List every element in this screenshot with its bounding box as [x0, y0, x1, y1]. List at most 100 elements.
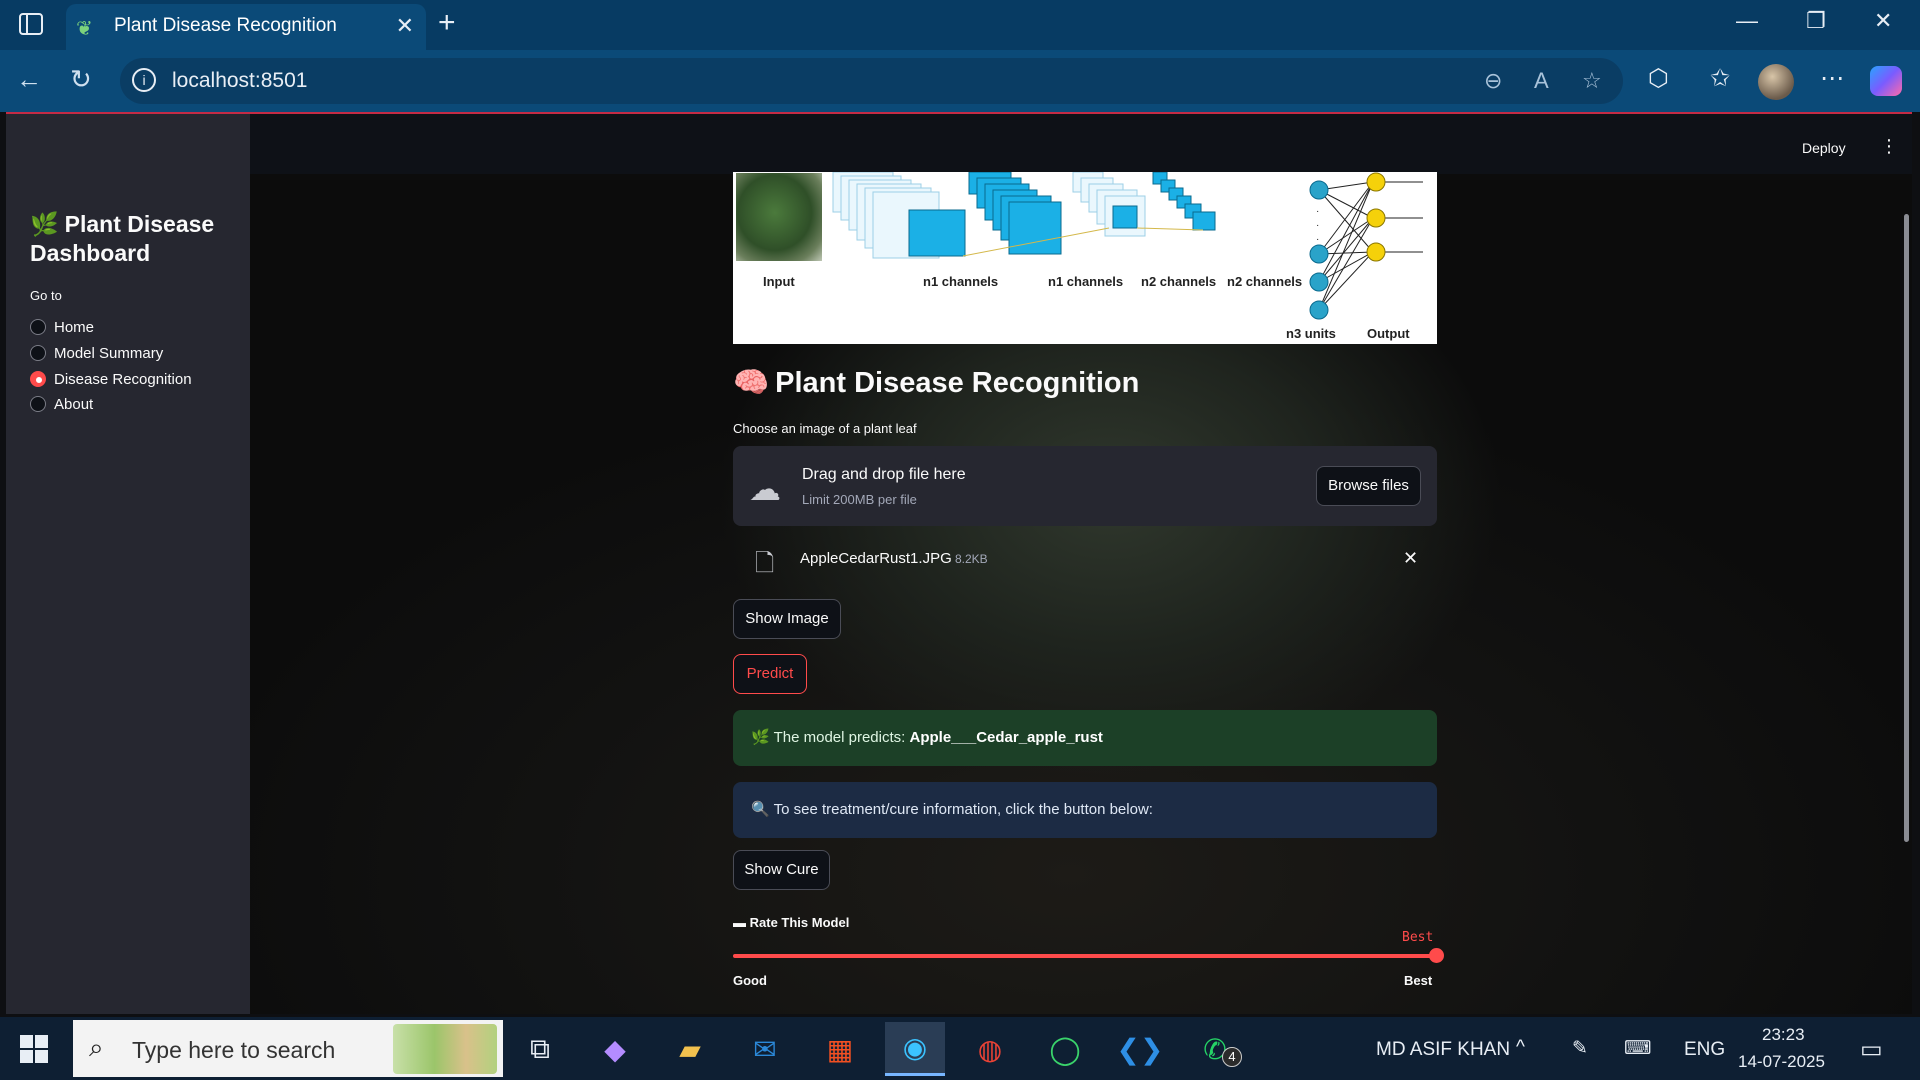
user-name: MD ASIF KHAN [1376, 1039, 1511, 1060]
main-menu-icon[interactable]: ⋮ [1880, 136, 1898, 157]
site-info-icon[interactable]: i [132, 68, 156, 92]
address-bar[interactable]: i localhost:8501 ⊖ A ☆ [120, 58, 1623, 104]
diagram-label: n2 channels [1227, 274, 1303, 289]
browser-toolbar: ← ↻ i localhost:8501 ⊖ A ☆ ⬡ ✩ ⋯ [0, 50, 1920, 112]
copilot-icon[interactable] [1870, 66, 1902, 96]
scrollbar[interactable] [1904, 214, 1909, 842]
pen-icon[interactable]: ✎ [1572, 1037, 1588, 1060]
file-explorer-icon[interactable]: ▰ [660, 1022, 720, 1076]
uploaded-file-row: 🗋 AppleCedarRust1.JPG 8.2KB ✕ [733, 538, 1437, 580]
herb-icon: 🌿 [30, 211, 59, 237]
language-indicator[interactable]: ENG [1684, 1039, 1725, 1061]
search-icon: ⌕ [89, 1032, 104, 1062]
radio-label: Home [54, 318, 95, 336]
minimize-icon[interactable]: — [1736, 8, 1758, 34]
more-options-icon[interactable]: ⋯ [1820, 64, 1844, 93]
file-dropzone[interactable]: ☁ Drag and drop file here Limit 200MB pe… [733, 446, 1437, 526]
tab-actions-icon[interactable] [18, 12, 44, 36]
diagram-label: n3 units [1286, 326, 1336, 341]
deploy-button[interactable]: Deploy [1802, 140, 1846, 156]
url-text[interactable]: localhost:8501 [172, 69, 307, 93]
rate-label: ▬ Rate This Model [733, 915, 849, 930]
show-image-button[interactable]: Show Image [733, 599, 841, 639]
streamlit-header: Deploy ⋮ [250, 114, 1912, 174]
predict-button[interactable]: Predict [733, 654, 807, 694]
file-icon: 🗋 [755, 550, 775, 577]
goto-label: Go to [30, 288, 62, 303]
app-ring-icon[interactable]: ◯ [1035, 1022, 1095, 1076]
clock-time[interactable]: 23:23 [1762, 1025, 1805, 1045]
radio-label: Disease Recognition [54, 370, 192, 388]
slider-min-label: Good [733, 973, 767, 988]
svg-text:·: · [1316, 206, 1319, 217]
browse-files-button[interactable]: Browse files [1316, 466, 1421, 506]
extensions-icon[interactable]: ⬡ [1648, 64, 1669, 93]
microsoft-store-icon[interactable]: ▦ [810, 1022, 870, 1076]
restore-icon[interactable]: ❐ [1806, 8, 1826, 34]
favorites-icon[interactable]: ✩ [1710, 64, 1730, 93]
close-tab-icon[interactable]: ✕ [396, 13, 414, 39]
browser-tab-active[interactable]: ❦ Plant Disease Recognition ✕ [66, 4, 426, 50]
radio-label: About [54, 395, 94, 413]
show-hidden-icons-icon[interactable]: ^ [1516, 1037, 1525, 1059]
windows-start-icon[interactable] [20, 1035, 48, 1063]
streamlit-page: 🌿 Plant Disease Dashboard Go to Home Mode… [6, 112, 1912, 1014]
show-cure-button[interactable]: Show Cure [733, 850, 830, 890]
copilot-app-icon[interactable]: ◆ [585, 1022, 645, 1076]
radio-disease-recognition[interactable]: Disease Recognition [30, 368, 192, 390]
remove-file-icon[interactable]: ✕ [1403, 548, 1418, 569]
svg-text:·: · [1316, 220, 1319, 231]
sidebar: 🌿 Plant Disease Dashboard Go to Home Mode… [6, 114, 250, 1014]
file-name: AppleCedarRust1.JPG [800, 550, 952, 567]
radio-button[interactable] [30, 319, 46, 335]
svg-text:·: · [1316, 234, 1319, 245]
radio-label: Model Summary [54, 344, 164, 362]
file-size: 8.2KB [955, 552, 988, 566]
radio-button-selected[interactable] [30, 371, 46, 387]
radio-home[interactable]: Home [30, 316, 94, 338]
outlook-icon[interactable]: ✉ [735, 1022, 795, 1076]
main-content: Deploy ⋮ · · · Input n1 channels n1 chan… [250, 114, 1912, 1014]
search-placeholder[interactable]: Type here to search [132, 1037, 335, 1064]
clock-date[interactable]: 14-07-2025 [1738, 1052, 1825, 1072]
dropzone-limit: Limit 200MB per file [802, 492, 917, 507]
close-window-icon[interactable]: ✕ [1874, 8, 1892, 34]
radio-button[interactable] [30, 396, 46, 412]
cloud-upload-icon: ☁ [749, 471, 781, 507]
rating-slider-thumb[interactable] [1429, 948, 1444, 963]
radio-button[interactable] [30, 345, 46, 361]
brain-icon: 🧠 [733, 367, 770, 399]
zoom-out-icon[interactable]: ⊖ [1484, 68, 1502, 94]
favorite-star-icon[interactable]: ☆ [1582, 68, 1602, 94]
keyboard-icon[interactable]: ⌨ [1624, 1037, 1651, 1060]
vscode-icon[interactable]: ❮❯ [1110, 1022, 1170, 1076]
notification-badge: 4 [1222, 1047, 1242, 1067]
prediction-prefix: The model predicts: [773, 729, 906, 746]
info-alert: 🔍 To see treatment/cure information, cli… [733, 782, 1437, 838]
rating-slider-track[interactable] [733, 954, 1437, 958]
radio-model-summary[interactable]: Model Summary [30, 342, 163, 364]
magnifier-icon: 🔍 [751, 801, 770, 818]
sprout-icon: ❦ [76, 18, 93, 40]
new-tab-icon[interactable]: + [438, 6, 456, 40]
windows-taskbar: ⌕ Type here to search ⧉ ◆ ▰ ✉ ▦ ◉ ◍ ◯ ❮❯… [0, 1017, 1920, 1080]
profile-avatar[interactable] [1758, 64, 1794, 100]
search-highlight-image [393, 1024, 497, 1074]
back-arrow-icon[interactable]: ← [16, 64, 42, 95]
edge-browser-icon[interactable]: ◉ [885, 1022, 945, 1076]
prediction-alert: 🌿 The model predicts: Apple___Cedar_appl… [733, 710, 1437, 766]
prediction-value: Apple___Cedar_apple_rust [909, 729, 1103, 746]
radio-about[interactable]: About [30, 393, 93, 415]
refresh-icon[interactable]: ↻ [70, 64, 92, 95]
cnn-architecture-image: · · · Input n1 channels n1 channels n2 cha… [733, 172, 1437, 344]
speech-bubble-icon: ▬ [733, 915, 746, 930]
task-view-icon[interactable]: ⧉ [510, 1022, 570, 1076]
slider-max-label: Best [1404, 973, 1433, 988]
info-text: To see treatment/cure information, click… [773, 801, 1153, 818]
taskbar-search[interactable]: ⌕ Type here to search [73, 1020, 503, 1077]
read-aloud-icon[interactable]: A [1534, 68, 1549, 94]
chrome-icon[interactable]: ◍ [960, 1022, 1020, 1076]
notifications-icon[interactable]: ▭ [1860, 1035, 1883, 1064]
page-title: 🧠 Plant Disease Recognition [733, 366, 1139, 400]
tab-title: Plant Disease Recognition [114, 15, 337, 36]
